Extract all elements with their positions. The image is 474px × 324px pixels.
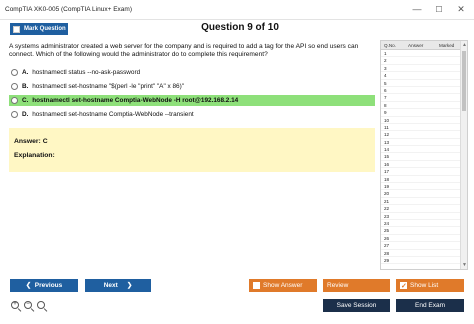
radio-button[interactable] (11, 111, 18, 118)
question-list-row[interactable]: 22 (381, 205, 461, 213)
radio-button[interactable] (11, 83, 18, 90)
question-list-rows: 1 2 3 4 5 6 7 8 9 10 11 12 13 14 15 16 17 18 19 20 21 22 23 24 2… (381, 50, 461, 265)
question-list-row[interactable]: 15 (381, 153, 461, 161)
question-list-row[interactable]: 10 (381, 117, 461, 124)
previous-label: Previous (34, 282, 63, 289)
show-list-button[interactable]: Show List (396, 279, 464, 293)
option-letter: C. (22, 97, 29, 104)
question-list-row[interactable]: 13 (381, 139, 461, 147)
option-text: hostnamectl set-hostname Comptia-WebNode… (32, 97, 239, 104)
show-answer-button[interactable]: Show Answer (249, 279, 317, 292)
question-list-row[interactable]: 20 (381, 190, 461, 198)
question-list-panel[interactable]: Q.No. Answer Marked 1 2 3 4 5 6 7 8 9 10 11 12 13 14 1… (380, 40, 468, 270)
review-label: Review (327, 282, 349, 289)
mark-question-label: Mark Question (24, 26, 66, 32)
zoom-out-icon[interactable]: − (24, 301, 34, 312)
zoom-out-handle (30, 307, 34, 312)
maximize-icon[interactable]: ☐ (432, 3, 446, 16)
question-list-row[interactable]: 3 (381, 65, 461, 73)
column-marked: Marked (439, 43, 455, 48)
question-list-row[interactable]: 29 (381, 257, 461, 265)
window-title: CompTIA XK0-005 (CompTIA Linux+ Exam) (5, 6, 132, 13)
question-list-row[interactable]: 12 (381, 131, 461, 139)
option-b[interactable]: B. hostnamectl set-hostname "$(perl -le … (9, 81, 375, 92)
scroll-up-icon[interactable]: ▲ (462, 42, 467, 48)
question-list-row[interactable]: 17 (381, 168, 461, 176)
option-letter: B. (22, 83, 29, 90)
end-exam-button[interactable]: End Exam (396, 299, 464, 312)
window-titlebar: CompTIA XK0-005 (CompTIA Linux+ Exam) — … (0, 0, 474, 20)
zoom-reset-handle (43, 307, 47, 312)
option-c-correct[interactable]: C. hostnamectl set-hostname Comptia-WebN… (9, 95, 375, 106)
next-button[interactable]: Next ❯ (85, 279, 151, 292)
question-list-row[interactable]: 5 (381, 80, 461, 87)
option-text: hostnamectl set-hostname Comptia-WebNode… (32, 111, 194, 118)
next-label: Next (103, 282, 118, 289)
zoom-in-handle (17, 307, 21, 312)
minimize-icon[interactable]: — (410, 3, 424, 16)
radio-button[interactable] (11, 97, 18, 104)
option-letter: D. (22, 111, 29, 118)
radio-button[interactable] (11, 69, 18, 76)
scroll-thumb[interactable] (462, 51, 466, 111)
question-list-row[interactable]: 28 (381, 250, 461, 257)
explanation-label: Explanation: (14, 152, 55, 159)
question-list-row[interactable]: 8 (381, 102, 461, 110)
column-qno: Q.No. (384, 43, 396, 48)
question-header: Question 9 of 10 (201, 22, 279, 33)
question-list-row[interactable]: 1 (381, 50, 461, 58)
show-list-checkbox[interactable] (400, 280, 407, 293)
question-list-row[interactable]: 27 (381, 242, 461, 250)
question-list-row[interactable]: 9 (381, 109, 461, 117)
next-arrow-icon: ❯ (126, 282, 133, 289)
previous-arrow-icon: ❮ (25, 282, 32, 289)
show-answer-checkbox[interactable] (253, 282, 260, 289)
question-list-row[interactable]: 6 (381, 87, 461, 95)
question-list-row[interactable]: 26 (381, 235, 461, 243)
question-list-row[interactable]: 19 (381, 183, 461, 191)
show-list-label: Show List (410, 282, 439, 289)
answer-label: Answer: C (14, 138, 48, 145)
question-list-row[interactable]: 24 (381, 220, 461, 228)
question-list-row[interactable]: 25 (381, 227, 461, 235)
question-text: A systems administrator created a web se… (9, 43, 359, 58)
question-list-row[interactable]: 7 (381, 94, 461, 102)
zoom-reset-icon[interactable] (37, 301, 47, 312)
question-list-scrollbar[interactable]: ▲ ▼ (460, 41, 467, 269)
question-list-row[interactable]: 2 (381, 57, 461, 65)
question-list-row[interactable]: 11 (381, 124, 461, 132)
column-answer: Answer (408, 43, 424, 48)
question-list-row[interactable]: 18 (381, 176, 461, 184)
mark-question-button[interactable]: Mark Question (10, 23, 68, 35)
option-text: hostnamectl status --no-ask-password (32, 69, 141, 76)
question-list-row[interactable]: 23 (381, 213, 461, 220)
option-letter: A. (22, 69, 29, 76)
review-button[interactable]: Review (323, 279, 390, 292)
show-answer-label: Show Answer (263, 282, 303, 289)
close-icon[interactable]: ✕ (454, 3, 468, 16)
question-list-row[interactable]: 14 (381, 146, 461, 154)
previous-button[interactable]: ❮ Previous (10, 279, 78, 292)
question-list-row[interactable]: 16 (381, 161, 461, 169)
option-d[interactable]: D. hostnamectl set-hostname Comptia-WebN… (9, 109, 375, 120)
question-list-row[interactable]: 21 (381, 198, 461, 206)
mark-checkbox[interactable] (13, 25, 20, 33)
scroll-down-icon[interactable]: ▼ (462, 262, 467, 268)
option-a[interactable]: A. hostnamectl status --no-ask-password (9, 67, 375, 78)
question-list-header: Q.No. Answer Marked (381, 41, 461, 50)
option-text: hostnamectl set-hostname "$(perl -le "pr… (32, 83, 184, 90)
save-session-button[interactable]: Save Session (323, 299, 390, 312)
question-list-row[interactable]: 4 (381, 72, 461, 80)
zoom-in-icon[interactable]: + (11, 301, 21, 312)
answer-panel: Answer: C Explanation: (9, 128, 375, 172)
